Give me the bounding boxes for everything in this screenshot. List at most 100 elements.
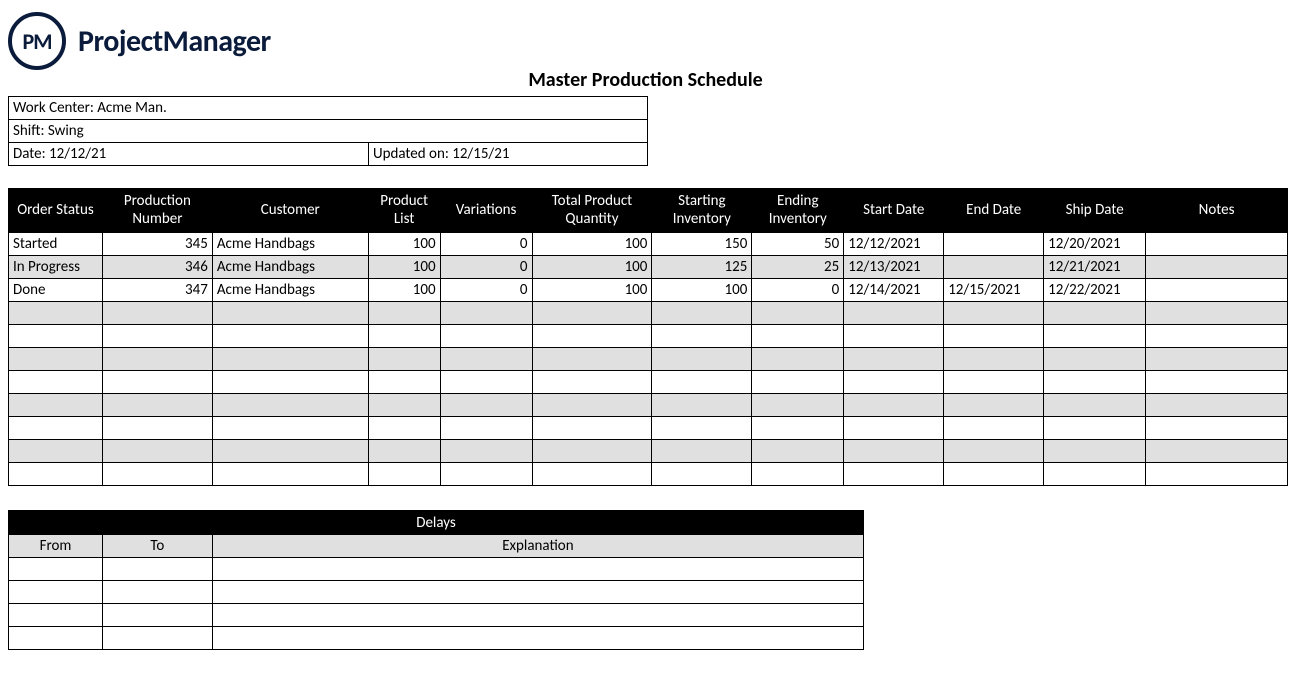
delays-cell-to[interactable]: [102, 604, 212, 627]
meta-shift[interactable]: Shift: Swing: [9, 120, 648, 143]
cell-customer[interactable]: Acme Handbags: [212, 279, 368, 302]
cell-sdate[interactable]: [844, 440, 944, 463]
cell-sdate[interactable]: [844, 302, 944, 325]
delays-cell-to[interactable]: [102, 627, 212, 650]
cell-status[interactable]: Done: [9, 279, 103, 302]
cell-edate[interactable]: [944, 325, 1044, 348]
cell-notes[interactable]: [1146, 371, 1288, 394]
cell-prodnum[interactable]: [102, 302, 212, 325]
cell-customer[interactable]: Acme Handbags: [212, 256, 368, 279]
cell-einv[interactable]: 50: [752, 233, 844, 256]
cell-sdate[interactable]: 12/13/2021: [844, 256, 944, 279]
delays-cell-explanation[interactable]: [212, 558, 863, 581]
cell-status[interactable]: [9, 371, 103, 394]
delays-cell-to[interactable]: [102, 558, 212, 581]
cell-notes[interactable]: [1146, 302, 1288, 325]
cell-shipdate[interactable]: [1044, 417, 1146, 440]
cell-customer[interactable]: [212, 463, 368, 486]
cell-shipdate[interactable]: [1044, 348, 1146, 371]
cell-sdate[interactable]: 12/12/2021: [844, 233, 944, 256]
cell-sdate[interactable]: [844, 417, 944, 440]
cell-var[interactable]: [440, 302, 532, 325]
cell-customer[interactable]: [212, 325, 368, 348]
cell-totqty[interactable]: [532, 417, 652, 440]
cell-shipdate[interactable]: 12/20/2021: [1044, 233, 1146, 256]
cell-totqty[interactable]: [532, 325, 652, 348]
cell-status[interactable]: Started: [9, 233, 103, 256]
cell-plist[interactable]: [368, 417, 440, 440]
cell-customer[interactable]: [212, 394, 368, 417]
cell-einv[interactable]: 0: [752, 279, 844, 302]
delays-cell-from[interactable]: [9, 627, 103, 650]
cell-customer[interactable]: [212, 302, 368, 325]
cell-einv[interactable]: [752, 417, 844, 440]
delays-cell-from[interactable]: [9, 604, 103, 627]
cell-plist[interactable]: 100: [368, 256, 440, 279]
cell-edate[interactable]: [944, 440, 1044, 463]
cell-customer[interactable]: [212, 417, 368, 440]
cell-prodnum[interactable]: [102, 440, 212, 463]
cell-totqty[interactable]: 100: [532, 279, 652, 302]
meta-date[interactable]: Date: 12/12/21: [9, 143, 369, 166]
cell-sinv[interactable]: [652, 325, 752, 348]
meta-work-center[interactable]: Work Center: Acme Man.: [9, 97, 648, 120]
cell-status[interactable]: [9, 348, 103, 371]
cell-totqty[interactable]: [532, 394, 652, 417]
cell-einv[interactable]: [752, 325, 844, 348]
cell-totqty[interactable]: [532, 371, 652, 394]
cell-prodnum[interactable]: [102, 463, 212, 486]
cell-plist[interactable]: [368, 440, 440, 463]
cell-sinv[interactable]: [652, 417, 752, 440]
cell-var[interactable]: [440, 417, 532, 440]
cell-var[interactable]: [440, 463, 532, 486]
cell-prodnum[interactable]: [102, 325, 212, 348]
cell-var[interactable]: 0: [440, 233, 532, 256]
cell-shipdate[interactable]: [1044, 325, 1146, 348]
cell-shipdate[interactable]: 12/21/2021: [1044, 256, 1146, 279]
cell-einv[interactable]: [752, 348, 844, 371]
cell-sinv[interactable]: 150: [652, 233, 752, 256]
cell-sdate[interactable]: [844, 394, 944, 417]
cell-shipdate[interactable]: [1044, 394, 1146, 417]
cell-totqty[interactable]: 100: [532, 256, 652, 279]
cell-shipdate[interactable]: [1044, 440, 1146, 463]
delays-cell-to[interactable]: [102, 581, 212, 604]
cell-var[interactable]: [440, 325, 532, 348]
cell-prodnum[interactable]: [102, 348, 212, 371]
cell-plist[interactable]: [368, 325, 440, 348]
cell-edate[interactable]: [944, 394, 1044, 417]
cell-status[interactable]: In Progress: [9, 256, 103, 279]
cell-einv[interactable]: [752, 463, 844, 486]
cell-sinv[interactable]: 125: [652, 256, 752, 279]
cell-status[interactable]: [9, 417, 103, 440]
cell-notes[interactable]: [1146, 325, 1288, 348]
cell-einv[interactable]: [752, 440, 844, 463]
cell-status[interactable]: [9, 440, 103, 463]
cell-sinv[interactable]: [652, 371, 752, 394]
cell-plist[interactable]: 100: [368, 279, 440, 302]
cell-sdate[interactable]: 12/14/2021: [844, 279, 944, 302]
cell-var[interactable]: [440, 348, 532, 371]
cell-notes[interactable]: [1146, 279, 1288, 302]
cell-var[interactable]: 0: [440, 256, 532, 279]
cell-edate[interactable]: [944, 371, 1044, 394]
cell-edate[interactable]: [944, 233, 1044, 256]
cell-totqty[interactable]: [532, 302, 652, 325]
cell-sinv[interactable]: [652, 463, 752, 486]
cell-shipdate[interactable]: [1044, 371, 1146, 394]
cell-edate[interactable]: 12/15/2021: [944, 279, 1044, 302]
delays-cell-explanation[interactable]: [212, 604, 863, 627]
cell-notes[interactable]: [1146, 440, 1288, 463]
cell-totqty[interactable]: [532, 348, 652, 371]
cell-notes[interactable]: [1146, 417, 1288, 440]
cell-shipdate[interactable]: [1044, 302, 1146, 325]
cell-edate[interactable]: [944, 302, 1044, 325]
cell-customer[interactable]: [212, 371, 368, 394]
cell-shipdate[interactable]: [1044, 463, 1146, 486]
cell-status[interactable]: [9, 302, 103, 325]
cell-prodnum[interactable]: 346: [102, 256, 212, 279]
cell-notes[interactable]: [1146, 233, 1288, 256]
cell-einv[interactable]: [752, 302, 844, 325]
cell-plist[interactable]: [368, 302, 440, 325]
cell-prodnum[interactable]: [102, 371, 212, 394]
